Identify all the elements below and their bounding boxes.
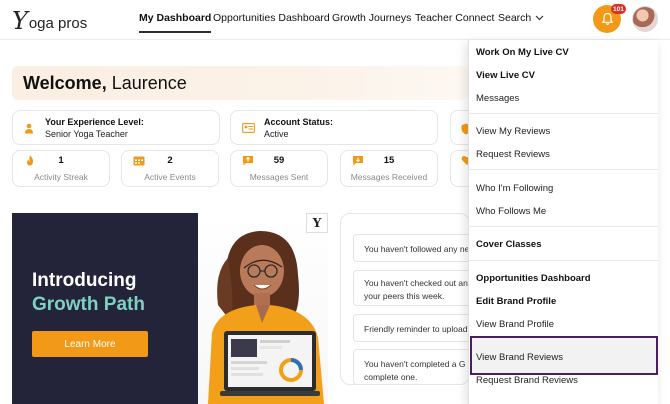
nav-my-dashboard[interactable]: My Dashboard bbox=[139, 12, 212, 33]
promo-panel: Introducing Growth Path Learn More bbox=[12, 213, 198, 404]
experience-level-label: Your Experience Level: bbox=[45, 117, 144, 127]
woman-with-laptop-illustration bbox=[208, 231, 324, 404]
menu-item-request-reviews[interactable]: Request Reviews bbox=[476, 149, 550, 160]
stat-value-activity-streak: 1 bbox=[58, 155, 64, 166]
reminder-item[interactable]: Friendly reminder to upload bbox=[353, 314, 469, 342]
user-avatar[interactable] bbox=[632, 6, 658, 32]
search-label: Search bbox=[498, 12, 532, 24]
chevron-down-icon bbox=[535, 15, 544, 21]
bell-icon bbox=[601, 12, 613, 25]
id-card-icon bbox=[242, 123, 255, 133]
stat-value-messages-received: 15 bbox=[383, 155, 395, 166]
promo-woman-photo bbox=[198, 213, 328, 404]
top-navigation: Y oga pros My Dashboard Opportunities Da… bbox=[0, 0, 670, 40]
promo-title-line1: Introducing bbox=[32, 270, 137, 291]
growth-path-promo: Introducing Growth Path Learn More Y bbox=[12, 213, 328, 404]
logo-wordmark: oga pros bbox=[28, 15, 88, 32]
account-dropdown-menu: Work On My Live CV View Live CV Messages… bbox=[468, 40, 658, 404]
yogapros-logo[interactable]: Y oga pros bbox=[12, 7, 87, 33]
reminders-panel: You haven't followed any ne You haven't … bbox=[340, 213, 470, 385]
logo-letter: Y bbox=[12, 7, 28, 35]
account-status-value: Active bbox=[264, 129, 289, 139]
menu-divider bbox=[469, 260, 658, 261]
menu-item-who-follows-me[interactable]: Who Follows Me bbox=[476, 206, 546, 217]
menu-item-view-live-cv[interactable]: View Live CV bbox=[476, 70, 535, 81]
menu-item-cover-classes[interactable]: Cover Classes bbox=[476, 239, 541, 250]
account-status-card: Account Status: Active bbox=[230, 110, 438, 145]
menu-item-view-my-reviews[interactable]: View My Reviews bbox=[476, 126, 550, 137]
stat-value-messages-sent: 59 bbox=[273, 155, 285, 166]
experience-level-value: Senior Yoga Teacher bbox=[45, 129, 128, 139]
nav-opportunities-dashboard[interactable]: Opportunities Dashboard bbox=[213, 12, 330, 24]
welcome-banner: Welcome, Laurence bbox=[12, 66, 468, 100]
reminder-item[interactable]: You haven't followed any ne bbox=[353, 234, 470, 262]
experience-level-card: Your Experience Level: Senior Yoga Teach… bbox=[12, 110, 220, 145]
menu-item-who-im-following[interactable]: Who I'm Following bbox=[476, 183, 553, 194]
nav-search[interactable]: Search bbox=[498, 12, 544, 24]
welcome-greeting: Welcome, bbox=[23, 73, 107, 93]
reminder-text: Friendly reminder to upload bbox=[364, 324, 468, 334]
menu-divider bbox=[469, 169, 658, 170]
stat-label-messages-received: Messages Received bbox=[350, 172, 428, 182]
stat-card-messages-received: 15 Messages Received bbox=[340, 150, 438, 187]
reminder-item[interactable]: You haven't completed a G complete one. bbox=[353, 349, 469, 384]
welcome-user-name: Laurence bbox=[111, 73, 187, 93]
stat-card-activity-streak: 1 Activity Streak bbox=[12, 150, 110, 187]
promo-title-line2: Growth Path bbox=[32, 294, 145, 315]
stat-value-active-events: 2 bbox=[167, 155, 173, 166]
reminder-text: You haven't followed any ne bbox=[364, 244, 470, 254]
dashboard-page: Y oga pros My Dashboard Opportunities Da… bbox=[0, 0, 670, 404]
stat-card-active-events: 2 Active Events bbox=[121, 150, 219, 187]
reminder-text: You haven't completed a G complete one. bbox=[364, 359, 466, 382]
learn-more-button[interactable]: Learn More bbox=[32, 331, 148, 357]
stat-label-activity-streak: Activity Streak bbox=[34, 172, 88, 182]
menu-divider bbox=[469, 113, 658, 114]
stat-label-active-events: Active Events bbox=[144, 172, 196, 182]
menu-item-request-brand-reviews[interactable]: Request Brand Reviews bbox=[476, 375, 578, 386]
menu-item-view-brand-reviews[interactable]: View Brand Reviews bbox=[476, 352, 563, 363]
menu-item-edit-brand-profile[interactable]: Edit Brand Profile bbox=[476, 296, 556, 307]
welcome-heading: Welcome, Laurence bbox=[23, 73, 187, 94]
menu-item-view-brand-profile[interactable]: View Brand Profile bbox=[476, 319, 554, 330]
person-icon bbox=[25, 123, 33, 134]
menu-divider bbox=[469, 226, 658, 227]
promo-brand-logo: Y bbox=[306, 213, 328, 233]
reminder-item[interactable]: You haven't checked out any your peers t… bbox=[353, 270, 470, 306]
stat-card-messages-sent: 59 Messages Sent bbox=[230, 150, 328, 187]
notification-count-badge: 101 bbox=[611, 4, 626, 14]
reminder-text: You haven't checked out any your peers t… bbox=[364, 278, 470, 301]
nav-teacher-connect[interactable]: Teacher Connect bbox=[415, 12, 494, 24]
nav-growth-journeys[interactable]: Growth Journeys bbox=[332, 12, 411, 24]
menu-item-work-on-my-live-cv[interactable]: Work On My Live CV bbox=[476, 47, 569, 58]
account-status-label: Account Status: bbox=[264, 117, 334, 127]
stat-label-messages-sent: Messages Sent bbox=[249, 172, 309, 182]
menu-item-messages[interactable]: Messages bbox=[476, 93, 519, 104]
menu-item-opportunities-dashboard[interactable]: Opportunities Dashboard bbox=[476, 273, 591, 284]
